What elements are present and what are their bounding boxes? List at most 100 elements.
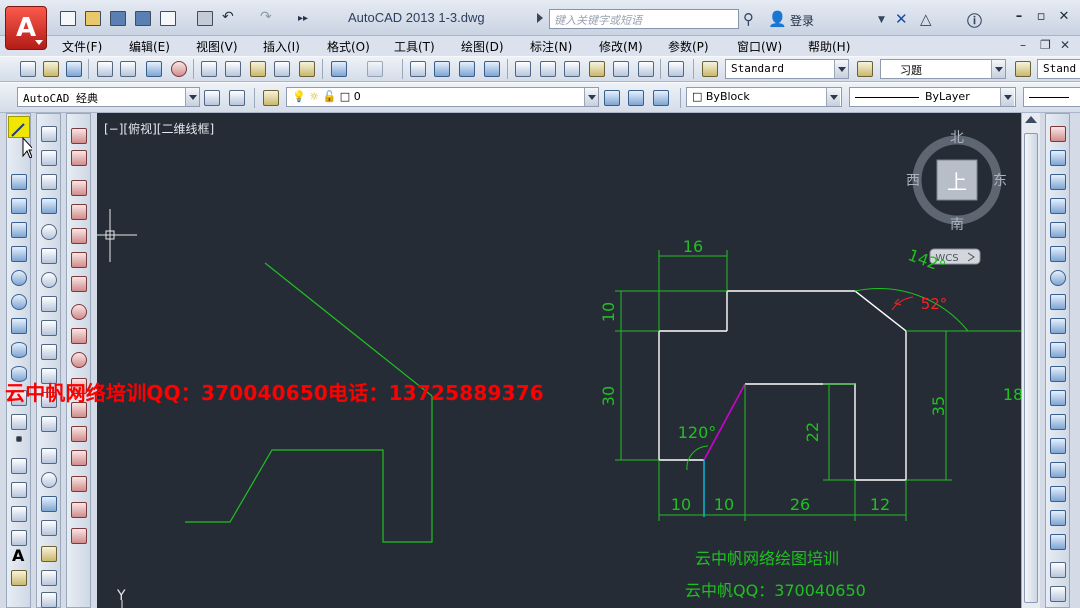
save-icon[interactable] [110,11,126,26]
plot-preview-toolbar-icon[interactable] [120,61,136,77]
layer-dropdown-icon[interactable] [584,88,598,106]
stretch-icon[interactable] [1050,318,1066,334]
properties-icon[interactable] [515,61,531,77]
dim-break-icon[interactable] [41,416,57,432]
trim-icon[interactable] [1050,342,1066,358]
fillet-icon[interactable] [1050,486,1066,502]
erase-icon[interactable] [1050,126,1066,142]
text-style-dropdown-icon[interactable] [834,60,848,78]
workspace-settings-icon[interactable] [204,90,220,106]
region-icon[interactable] [11,506,27,522]
menu-tools[interactable]: 工具(T) [394,38,435,55]
autodesk-a360-icon[interactable]: △ [920,10,932,28]
draw-order-icon[interactable] [1050,562,1066,578]
help-icon[interactable]: ⓘ [967,10,982,31]
mtext-icon[interactable]: A [12,546,24,565]
zoom-previous-icon[interactable] [484,61,500,77]
snap-center-icon[interactable] [71,304,87,320]
layer-select[interactable]: 💡 ☼ 🔓 □ 0 [286,87,599,107]
move-icon[interactable] [1050,246,1066,262]
viewcube-south[interactable]: 南 [950,217,964,233]
temp-track-icon[interactable] [71,128,87,144]
save-as-icon[interactable] [135,11,151,26]
dim-style-select[interactable]: 习题 [880,59,1006,79]
baseline-dim-icon[interactable] [41,344,57,360]
help-toolbar-icon[interactable] [668,61,684,77]
viewcube-north[interactable]: 北 [950,130,964,146]
3d-dwf-icon[interactable] [171,61,187,77]
drawing-svg[interactable]: 上 北 南 东 西 WCS 16 10 30 35 22 142° 120° 1… [97,113,1021,608]
text-style-select[interactable]: Standard [725,59,849,79]
menu-edit[interactable]: 编辑(E) [129,38,170,55]
customize-icon[interactable] [229,90,245,106]
text-style-icon[interactable] [702,61,718,77]
make-current-layer-icon[interactable] [604,90,620,106]
search-input[interactable]: 键入关键字或短语 [549,9,739,29]
binoculars-icon[interactable]: ⚲ [743,10,754,28]
break-at-point-icon[interactable] [1050,390,1066,406]
linetype-select[interactable]: ByLayer [849,87,1016,107]
array-icon[interactable] [1050,222,1066,238]
menu-window[interactable]: 窗口(W) [737,38,782,55]
tool-palettes-icon[interactable] [564,61,580,77]
join-icon[interactable] [1050,438,1066,454]
diameter-dim-icon[interactable] [41,272,57,288]
revcloud-icon[interactable] [11,294,27,310]
redo-toolbar-icon[interactable] [367,61,383,77]
dim-style-icon[interactable] [857,61,873,77]
copy-icon[interactable] [225,61,241,77]
mirror-icon[interactable] [1050,174,1066,190]
arc-icon[interactable] [11,246,27,262]
scroll-up-icon[interactable] [1025,116,1037,123]
jogged-linear-icon[interactable] [41,520,57,536]
extend-icon[interactable] [1050,366,1066,382]
circle-icon[interactable] [11,270,27,286]
snap-endpoint-icon[interactable] [71,180,87,196]
viewcube-east[interactable]: 东 [993,173,1007,189]
aligned-dim-icon[interactable] [41,150,57,166]
snap-midpoint-icon[interactable] [71,204,87,220]
pan-icon[interactable] [410,61,426,77]
spline-icon[interactable] [11,318,27,334]
qnew-icon[interactable] [20,61,36,77]
redo-icon[interactable]: ↷ [260,9,272,25]
osnap-settings-icon[interactable] [71,528,87,544]
polygon-icon[interactable] [11,198,27,214]
markup-icon[interactable] [613,61,629,77]
plot-icon[interactable] [97,61,113,77]
copy-object-icon[interactable] [1050,150,1066,166]
snap-extension-icon[interactable] [71,276,87,292]
viewcube-top-face[interactable]: 上 [947,170,967,194]
quick-dim-icon[interactable] [41,320,57,336]
angular-dim-icon[interactable] [41,296,57,312]
quickcalc-icon[interactable] [638,61,654,77]
dim-style-dropdown-icon[interactable] [991,60,1005,78]
application-menu-button[interactable]: A [5,6,47,50]
menu-dimension[interactable]: 标注(N) [530,38,572,55]
tolerance-icon[interactable] [41,448,57,464]
jogged-dim-icon[interactable] [41,248,57,264]
menu-draw[interactable]: 绘图(D) [461,38,504,55]
doc-minimize-button[interactable]: – [1020,38,1026,52]
undo-toolbar-icon[interactable] [331,61,347,77]
login-link[interactable]: 登录 [790,12,814,29]
draw-order-back-icon[interactable] [1050,586,1066,602]
snap-nearest-icon[interactable] [71,476,87,492]
chamfer-icon[interactable] [1050,462,1066,478]
menu-parametric[interactable]: 参数(P) [668,38,709,55]
publish-icon[interactable] [146,61,162,77]
new-file-icon[interactable] [60,11,76,26]
break-icon[interactable] [1050,414,1066,430]
make-block-icon[interactable] [11,414,27,430]
dim-update-icon[interactable] [41,592,57,608]
add-selected-icon[interactable] [11,570,27,586]
cut-icon[interactable] [201,61,217,77]
snap-node-icon[interactable] [71,450,87,466]
linetype-dropdown-icon[interactable] [1000,88,1014,106]
search-expand-icon[interactable] [537,13,543,23]
dim-edit-icon[interactable] [41,546,57,562]
viewcube[interactable]: 上 北 南 东 西 WCS [906,130,1007,265]
dim-text-edit-icon[interactable] [41,570,57,586]
scrollbar-thumb[interactable] [1024,133,1038,603]
snap-insert-icon[interactable] [71,426,87,442]
